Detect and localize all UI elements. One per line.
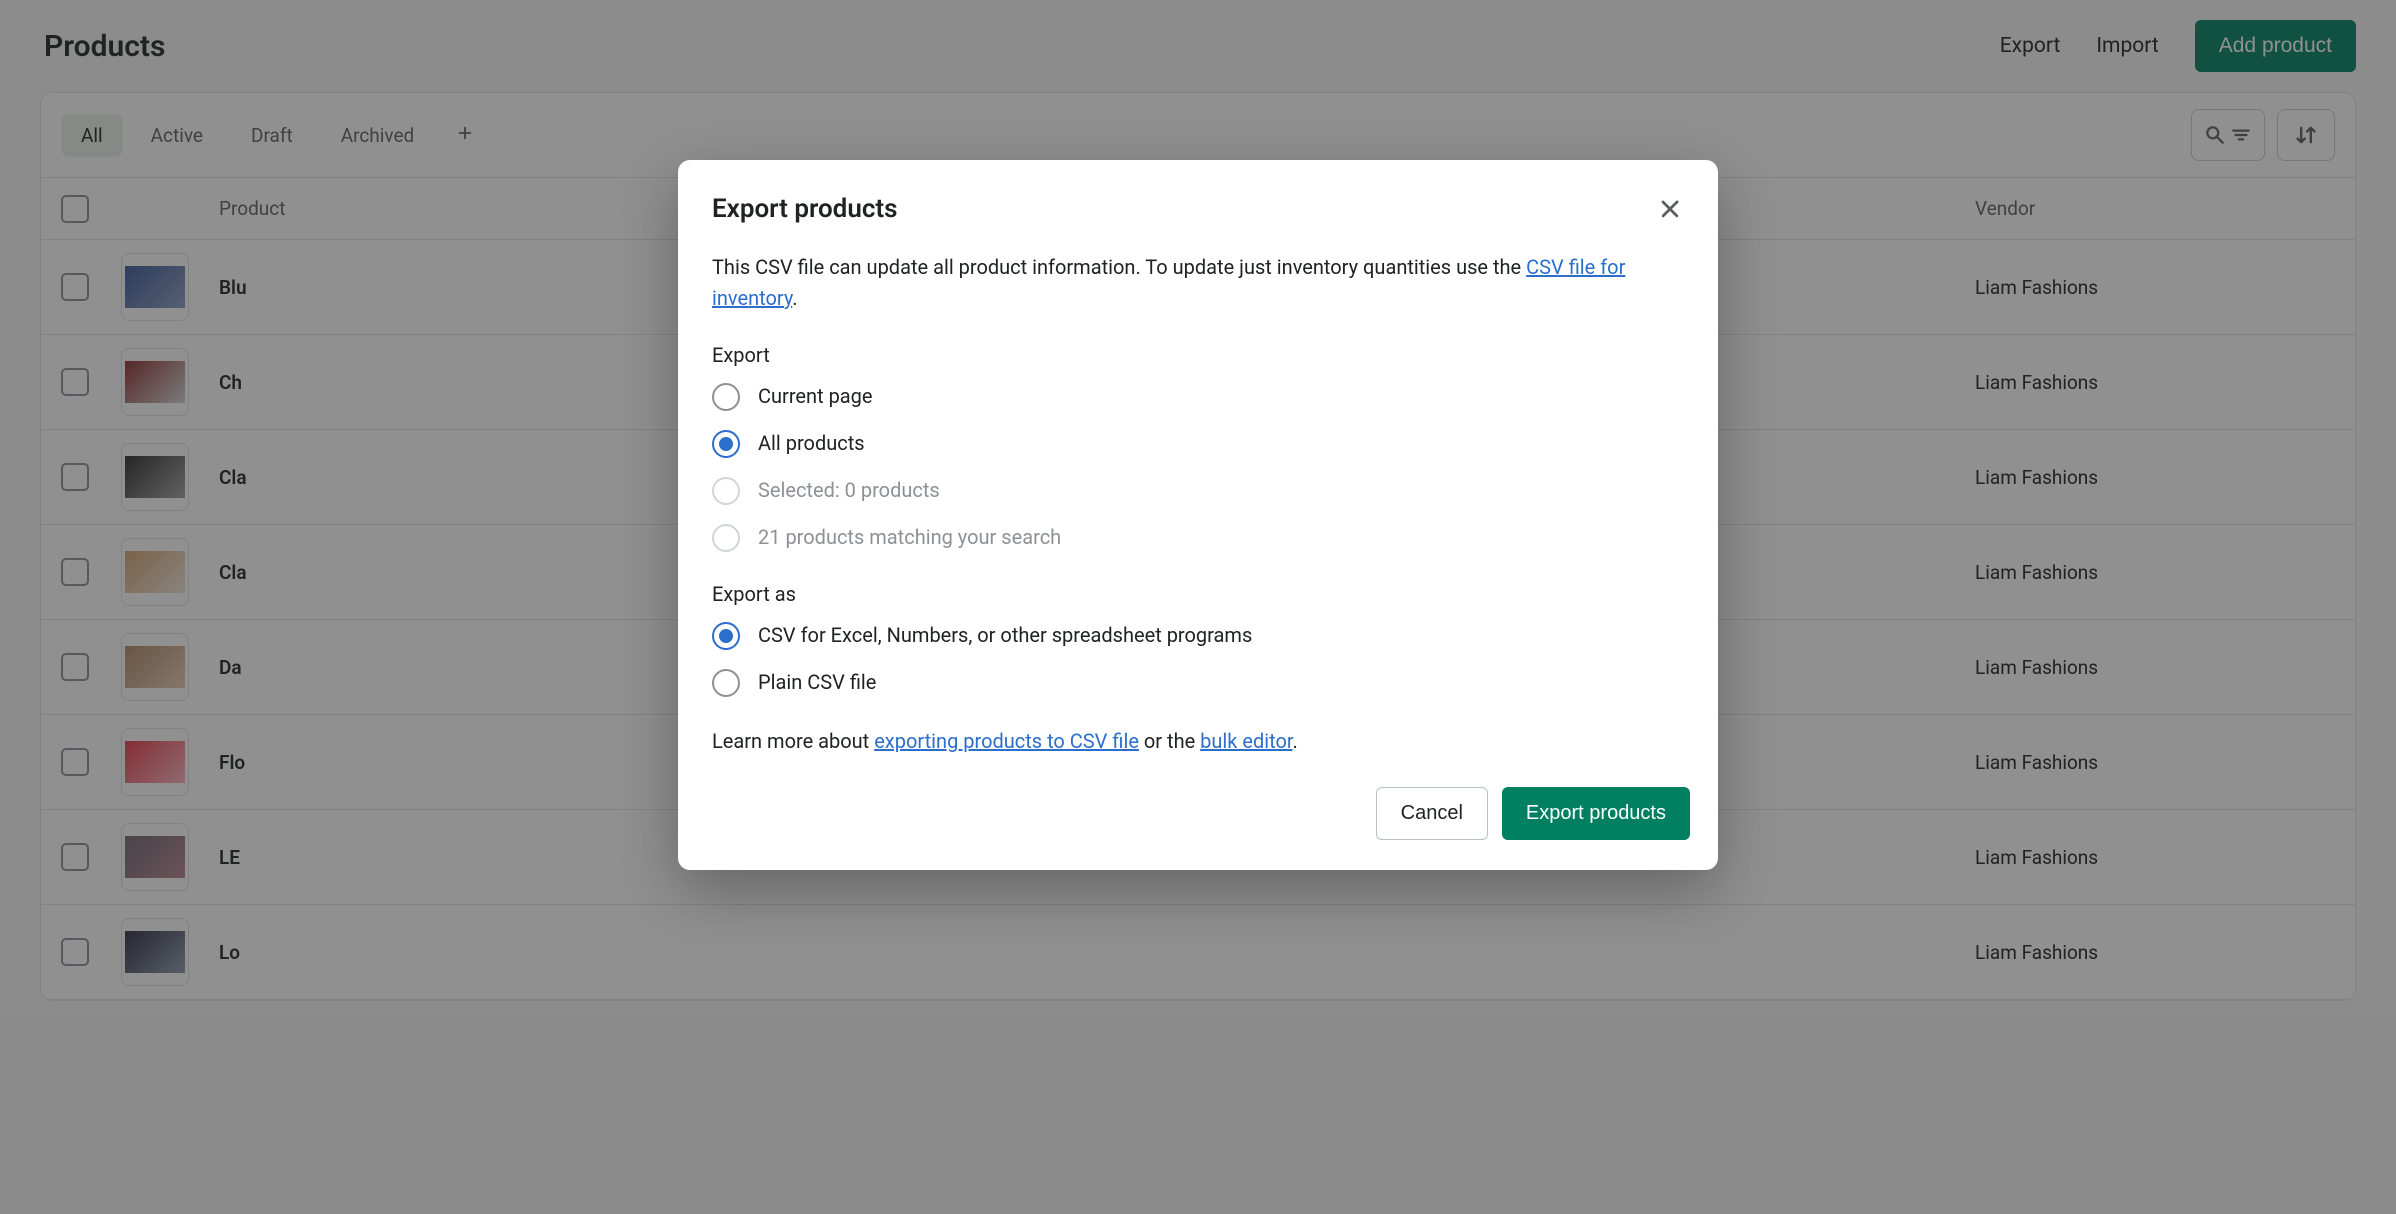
modal-body: This CSV file can update all product inf… bbox=[678, 252, 1718, 757]
radio-label: Plain CSV file bbox=[758, 667, 876, 698]
modal-overlay[interactable]: Export products This CSV file can update… bbox=[0, 0, 2396, 1214]
export-scope-group: Current page All products Selected: 0 pr… bbox=[712, 381, 1684, 553]
radio-label: Current page bbox=[758, 381, 873, 412]
intro-text: This CSV file can update all product inf… bbox=[712, 255, 1526, 279]
modal-footer: Cancel Export products bbox=[678, 757, 1718, 840]
modal-title: Export products bbox=[712, 194, 898, 224]
learn-mid: or the bbox=[1139, 729, 1200, 753]
radio-csv-excel[interactable]: CSV for Excel, Numbers, or other spreads… bbox=[712, 620, 1684, 651]
export-section-label: Export bbox=[712, 340, 1684, 371]
cancel-button[interactable]: Cancel bbox=[1376, 787, 1488, 840]
export-products-button[interactable]: Export products bbox=[1502, 787, 1690, 840]
learn-prefix: Learn more about bbox=[712, 729, 874, 753]
radio-label: CSV for Excel, Numbers, or other spreads… bbox=[758, 620, 1252, 651]
radio-label: 21 products matching your search bbox=[758, 522, 1061, 553]
radio-matching-search: 21 products matching your search bbox=[712, 522, 1684, 553]
radio-all-products[interactable]: All products bbox=[712, 428, 1684, 459]
close-button[interactable] bbox=[1656, 195, 1684, 223]
radio-indicator bbox=[712, 383, 740, 411]
bulk-editor-link[interactable]: bulk editor bbox=[1200, 729, 1292, 753]
learn-suffix: . bbox=[1292, 729, 1297, 753]
radio-indicator bbox=[712, 622, 740, 650]
modal-header: Export products bbox=[678, 194, 1718, 252]
radio-indicator bbox=[712, 524, 740, 552]
radio-plain-csv[interactable]: Plain CSV file bbox=[712, 667, 1684, 698]
radio-label: All products bbox=[758, 428, 865, 459]
radio-indicator bbox=[712, 669, 740, 697]
radio-label: Selected: 0 products bbox=[758, 475, 940, 506]
export-products-modal: Export products This CSV file can update… bbox=[678, 160, 1718, 870]
export-as-label: Export as bbox=[712, 579, 1684, 610]
radio-current-page[interactable]: Current page bbox=[712, 381, 1684, 412]
intro-suffix: . bbox=[792, 286, 797, 310]
learn-more: Learn more about exporting products to C… bbox=[712, 726, 1684, 757]
exporting-csv-link[interactable]: exporting products to CSV file bbox=[874, 729, 1139, 753]
radio-indicator bbox=[712, 477, 740, 505]
radio-selected-products: Selected: 0 products bbox=[712, 475, 1684, 506]
radio-indicator bbox=[712, 430, 740, 458]
close-icon bbox=[1656, 195, 1684, 223]
export-as-group: CSV for Excel, Numbers, or other spreads… bbox=[712, 620, 1684, 698]
modal-intro: This CSV file can update all product inf… bbox=[712, 252, 1684, 314]
